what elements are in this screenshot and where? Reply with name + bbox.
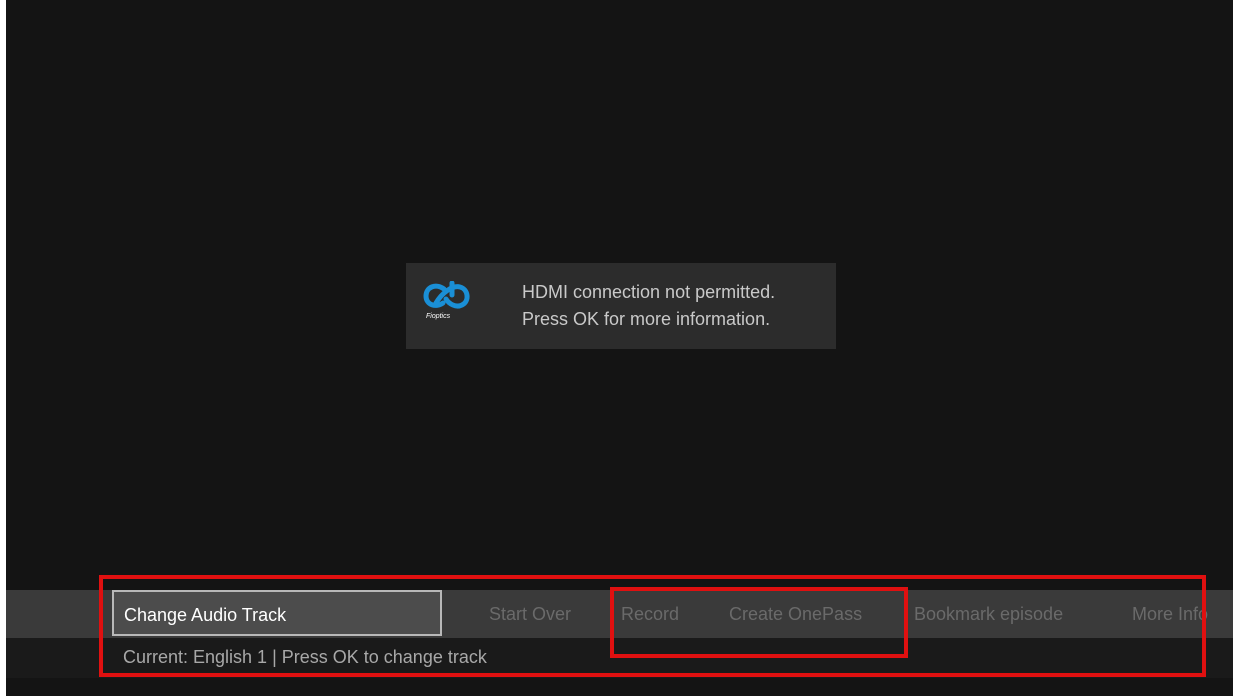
logo-wordmark: Fioptics bbox=[426, 313, 451, 320]
hdmi-notification[interactable]: Fioptics HDMI connection not permitted. … bbox=[406, 263, 836, 349]
notification-line-2: Press OK for more information. bbox=[522, 309, 771, 329]
notification-message: HDMI connection not permitted. Press OK … bbox=[522, 279, 775, 333]
notification-line-1: HDMI connection not permitted. bbox=[522, 282, 776, 302]
screen-bottom-edge bbox=[6, 678, 1233, 696]
highlight-box-record-options bbox=[610, 587, 908, 658]
fioptics-logo-icon: Fioptics bbox=[422, 281, 478, 327]
